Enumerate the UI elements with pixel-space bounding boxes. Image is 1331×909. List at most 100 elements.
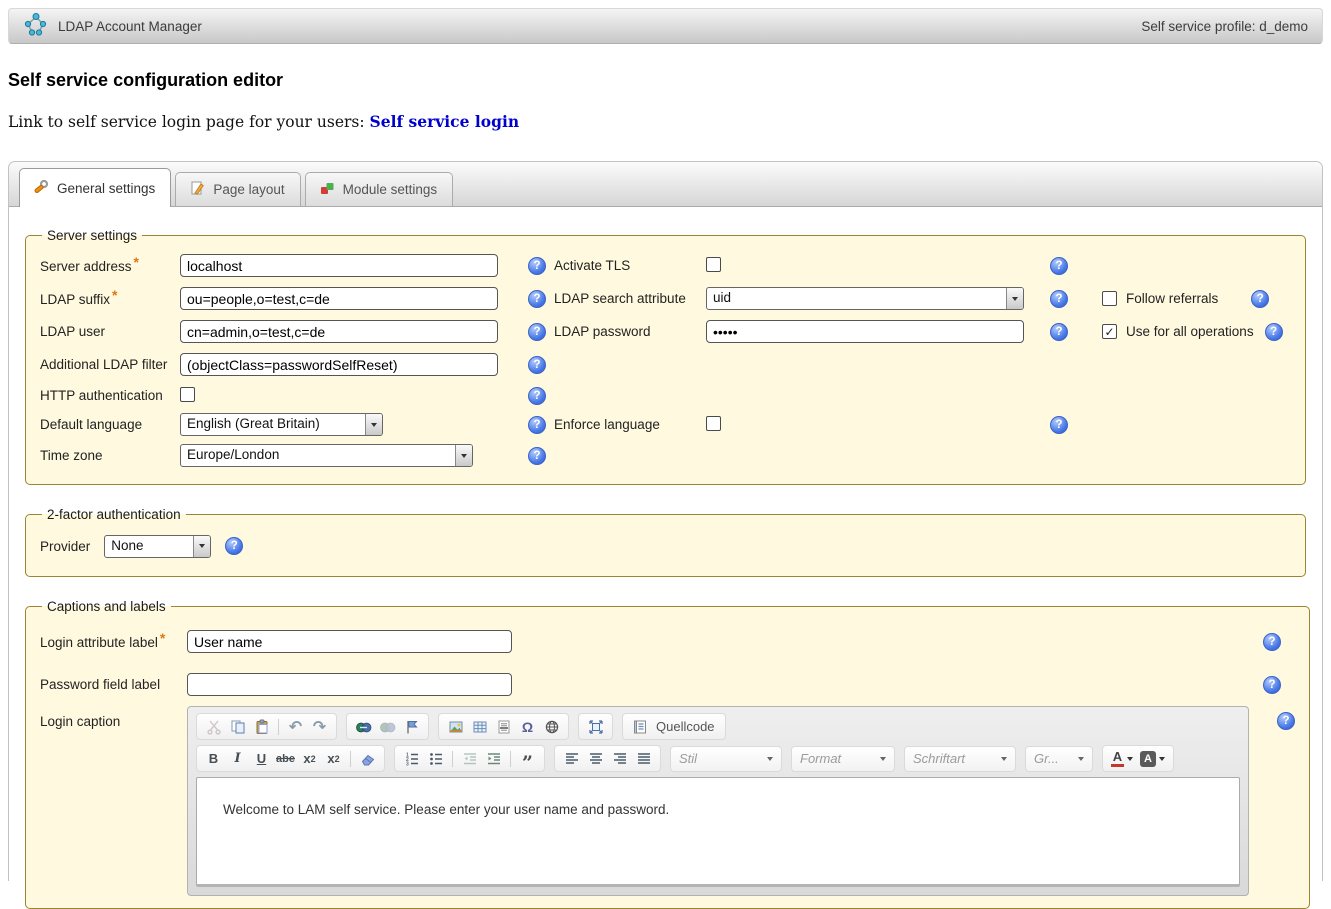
tab-container: General settings Page layout Module sett… xyxy=(8,161,1323,881)
ldap-user-input[interactable] xyxy=(180,320,498,343)
style-select[interactable]: Stil xyxy=(670,746,782,772)
form-row: Time zone Europe/London ? xyxy=(40,439,1291,472)
follow-referrals-label: Follow referrals xyxy=(1126,291,1218,306)
help-icon[interactable]: ? xyxy=(528,356,546,374)
enforce-language-checkbox[interactable] xyxy=(706,416,721,431)
subscript-button[interactable]: x2 xyxy=(298,747,321,770)
horizontal-rule-button[interactable] xyxy=(492,715,515,738)
use-for-all-operations-label: Use for all operations xyxy=(1126,324,1254,339)
form-row: HTTP authentication ? xyxy=(40,381,1291,410)
help-icon[interactable]: ? xyxy=(528,416,546,434)
form-row: Password field label ? xyxy=(40,663,1295,706)
ldap-suffix-label: LDAP suffix xyxy=(40,292,110,307)
align-right-button[interactable] xyxy=(608,747,631,770)
superscript-button[interactable]: x2 xyxy=(322,747,345,770)
font-select[interactable]: Schriftart xyxy=(904,746,1016,772)
additional-ldap-filter-input[interactable] xyxy=(180,353,498,376)
help-icon[interactable]: ? xyxy=(528,290,546,308)
enforce-language-label: Enforce language xyxy=(554,417,706,432)
paste-button[interactable] xyxy=(250,715,273,738)
strikethrough-button[interactable]: abe xyxy=(274,747,297,770)
required-marker: * xyxy=(160,630,165,646)
server-settings-fieldset: Server settings Server address* ? Activa… xyxy=(25,228,1306,485)
login-attribute-label-input[interactable] xyxy=(187,630,512,653)
login-attribute-label: Login attribute label xyxy=(40,635,158,650)
tab-general-settings[interactable]: General settings xyxy=(19,168,171,207)
tab-page-layout[interactable]: Page layout xyxy=(175,172,300,206)
help-icon[interactable]: ? xyxy=(528,387,546,405)
follow-referrals-checkbox[interactable] xyxy=(1102,291,1117,306)
time-zone-select[interactable]: Europe/London xyxy=(180,444,473,467)
tab-module-settings[interactable]: Module settings xyxy=(305,172,454,206)
numbered-list-button[interactable]: 123 xyxy=(400,747,423,770)
ldap-password-input[interactable] xyxy=(706,320,1024,343)
use-for-all-operations-checkbox[interactable]: ✓ xyxy=(1102,324,1117,339)
bulleted-list-button[interactable] xyxy=(424,747,447,770)
unlink-button[interactable] xyxy=(376,715,399,738)
underline-button[interactable]: U xyxy=(250,747,273,770)
server-address-input[interactable] xyxy=(180,254,498,277)
default-language-select[interactable]: English (Great Britain) xyxy=(180,413,383,436)
indent-button[interactable] xyxy=(482,747,505,770)
outdent-button[interactable] xyxy=(458,747,481,770)
help-icon[interactable]: ? xyxy=(1251,290,1269,308)
italic-button[interactable]: I xyxy=(226,747,249,770)
page-title: Self service configuration editor xyxy=(8,70,1331,91)
help-icon[interactable]: ? xyxy=(1050,257,1068,275)
text-color-button[interactable]: A xyxy=(1108,750,1136,767)
ldap-suffix-input[interactable] xyxy=(180,287,498,310)
help-icon[interactable]: ? xyxy=(1265,323,1283,341)
ldap-search-attribute-label: LDAP search attribute xyxy=(554,291,706,306)
anchor-flag-button[interactable] xyxy=(400,715,423,738)
form-row: Provider None ? xyxy=(40,528,1291,564)
password-field-label: Password field label xyxy=(40,677,187,692)
cut-button[interactable] xyxy=(202,715,225,738)
activate-tls-checkbox[interactable] xyxy=(706,257,721,272)
maximize-button[interactable] xyxy=(584,715,607,738)
activate-tls-label: Activate TLS xyxy=(554,258,706,273)
help-icon[interactable]: ? xyxy=(1050,323,1068,341)
tab-label: General settings xyxy=(57,181,155,196)
source-doc-icon xyxy=(628,715,651,738)
app-header: LDAP Account Manager Self service profil… xyxy=(8,8,1323,44)
bold-button[interactable]: B xyxy=(202,747,225,770)
tab-label: Page layout xyxy=(213,182,284,197)
link-button[interactable] xyxy=(352,715,375,738)
ldap-search-attribute-select[interactable]: uid xyxy=(706,287,1024,310)
help-icon[interactable]: ? xyxy=(1277,712,1295,730)
password-field-label-input[interactable] xyxy=(187,673,512,696)
source-button[interactable]: Quellcode xyxy=(622,713,726,740)
help-icon[interactable]: ? xyxy=(1263,633,1281,651)
help-icon[interactable]: ? xyxy=(1050,290,1068,308)
help-icon[interactable]: ? xyxy=(1050,416,1068,434)
blockquote-button[interactable]: ” xyxy=(516,747,539,770)
align-left-button[interactable] xyxy=(560,747,583,770)
font-size-select[interactable]: Gr... xyxy=(1025,746,1093,772)
provider-select[interactable]: None xyxy=(104,535,211,558)
help-icon[interactable]: ? xyxy=(1263,676,1281,694)
help-icon[interactable]: ? xyxy=(528,257,546,275)
help-icon[interactable]: ? xyxy=(528,447,546,465)
special-character-button[interactable]: Ω xyxy=(516,715,539,738)
remove-format-button[interactable] xyxy=(356,747,379,770)
captions-fieldset: Captions and labels Login attribute labe… xyxy=(25,599,1310,909)
self-service-login-link[interactable]: Self service login xyxy=(370,112,520,131)
align-center-button[interactable] xyxy=(584,747,607,770)
background-color-button[interactable]: A xyxy=(1137,751,1168,767)
chevron-down-icon xyxy=(1006,288,1023,309)
login-link-line: Link to self service login page for your… xyxy=(8,112,1331,131)
chevron-down-icon xyxy=(365,414,382,435)
editor-text: Welcome to LAM self service. Please ente… xyxy=(223,802,669,817)
format-select[interactable]: Format xyxy=(791,746,895,772)
insert-table-button[interactable] xyxy=(468,715,491,738)
iframe-globe-button[interactable] xyxy=(540,715,563,738)
http-authentication-checkbox[interactable] xyxy=(180,387,195,402)
help-icon[interactable]: ? xyxy=(528,323,546,341)
copy-button[interactable] xyxy=(226,715,249,738)
insert-image-button[interactable] xyxy=(444,715,467,738)
redo-button[interactable]: ↷ xyxy=(308,715,331,738)
editor-content-area[interactable]: Welcome to LAM self service. Please ente… xyxy=(196,777,1240,887)
undo-button[interactable]: ↶ xyxy=(284,715,307,738)
justify-button[interactable] xyxy=(632,747,655,770)
help-icon[interactable]: ? xyxy=(225,537,243,555)
